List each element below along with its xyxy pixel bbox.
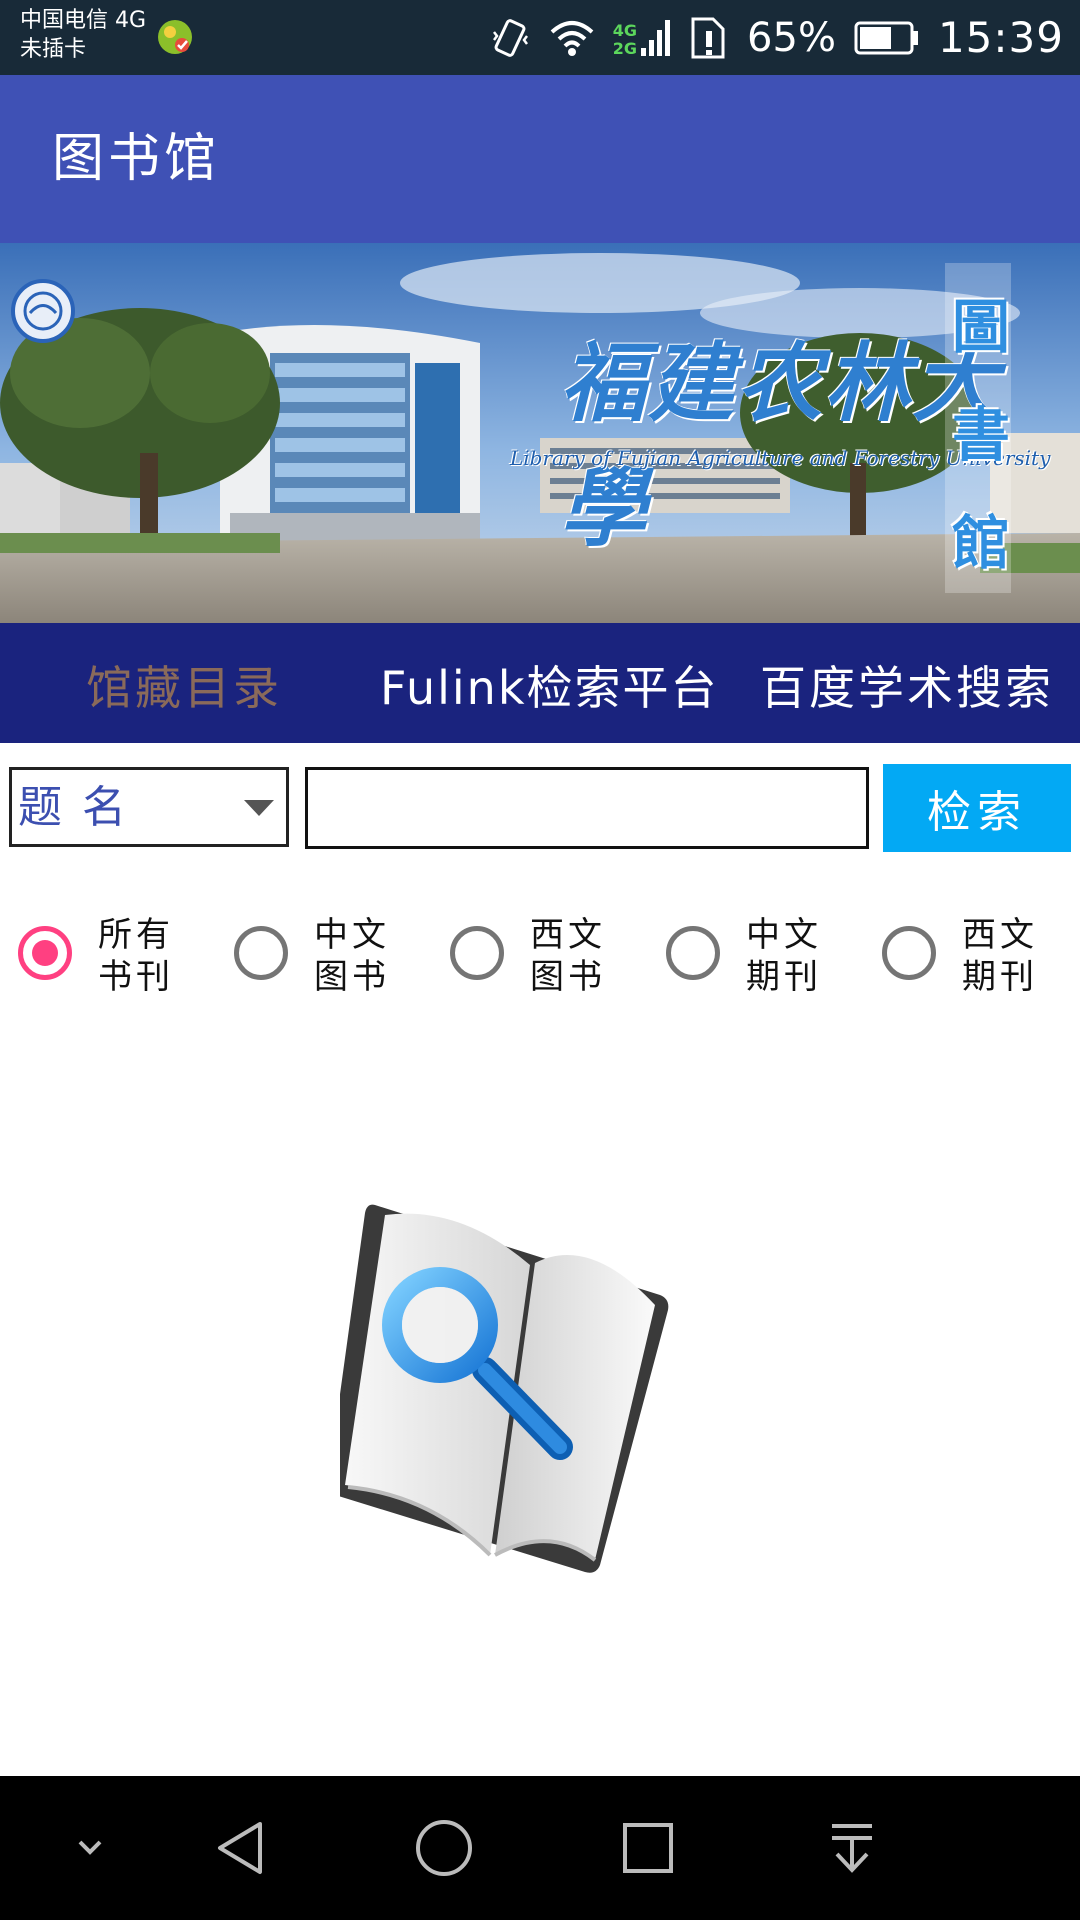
app-badge-icon bbox=[158, 20, 192, 54]
doc-type-radio-group: 所有书刊 中文图书 西文图书 中文期刊 西文期刊 bbox=[0, 910, 1080, 1010]
carrier-name: 中国电信 4G bbox=[20, 8, 147, 33]
app-bar: 图书馆 bbox=[0, 75, 1080, 243]
radio-button[interactable] bbox=[882, 926, 936, 980]
sim-status: 未插卡 bbox=[20, 37, 87, 62]
status-icons: 4G 2G 65% 15:39 bbox=[491, 0, 1064, 75]
search-input[interactable] bbox=[305, 767, 869, 849]
search-source-tabs: 馆藏目录 Fulink检索平台 百度学术搜索 bbox=[0, 623, 1080, 743]
download-icon[interactable] bbox=[802, 1776, 902, 1920]
search-button[interactable]: 检索 bbox=[883, 764, 1071, 852]
radio-label: 中文期刊 bbox=[746, 915, 822, 997]
tab-catalog[interactable]: 馆藏目录 bbox=[86, 623, 282, 743]
library-banner: 福建农林大學 Library of Fujian Agriculture and… bbox=[0, 243, 1080, 623]
vibrate-icon bbox=[492, 18, 528, 57]
clock: 15:39 bbox=[937, 13, 1064, 62]
status-bar: 中国电信 4G 未插卡 4G 2G 65% 15:39 bbox=[0, 0, 1080, 75]
radio-label: 中文图书 bbox=[314, 915, 390, 997]
wifi-icon bbox=[550, 20, 594, 56]
search-field-value: 题名 bbox=[18, 782, 146, 833]
search-field-select[interactable]: 题名 bbox=[9, 767, 289, 847]
radio-label: 所有书刊 bbox=[98, 915, 174, 997]
dropdown-arrow-icon bbox=[244, 800, 274, 816]
tab-baidu-scholar[interactable]: 百度学术搜索 bbox=[760, 623, 1054, 743]
battery-percent: 65% bbox=[747, 14, 836, 61]
chevron-down-icon[interactable] bbox=[40, 1776, 140, 1920]
back-icon[interactable] bbox=[190, 1776, 290, 1920]
library-vertical-sign: 圖書館 bbox=[952, 293, 1011, 577]
net-2g-label: 2G bbox=[612, 38, 638, 58]
search-row: 题名 检索 bbox=[0, 760, 1080, 860]
sim-icon bbox=[691, 17, 725, 58]
radio-button[interactable] bbox=[18, 926, 72, 980]
book-search-icon bbox=[340, 1204, 669, 1573]
carrier-info: 中国电信 4G 未插卡 bbox=[20, 6, 146, 64]
home-icon[interactable] bbox=[394, 1776, 494, 1920]
radio-button[interactable] bbox=[234, 926, 288, 980]
signal-icon: 4G 2G bbox=[613, 18, 671, 58]
radio-button[interactable] bbox=[450, 926, 504, 980]
network-type: 4G 2G bbox=[612, 20, 638, 58]
tab-fulink[interactable]: Fulink检索平台 bbox=[380, 623, 718, 743]
net-4g-label: 4G bbox=[612, 20, 638, 40]
navigation-bar bbox=[0, 1776, 1080, 1920]
radio-button[interactable] bbox=[666, 926, 720, 980]
radio-label: 西文期刊 bbox=[962, 915, 1038, 997]
battery-icon bbox=[854, 21, 918, 54]
recents-icon[interactable] bbox=[598, 1776, 698, 1920]
radio-label: 西文图书 bbox=[530, 915, 606, 997]
page-title: 图书馆 bbox=[52, 129, 221, 189]
